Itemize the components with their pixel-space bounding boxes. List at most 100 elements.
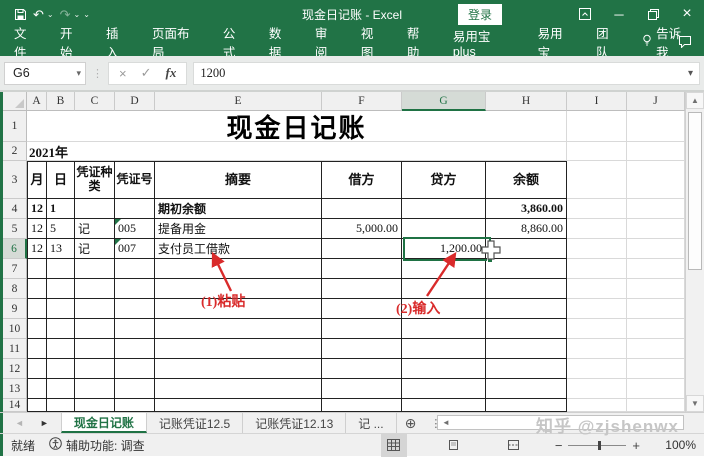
prev-sheet-icon[interactable]: ◄ — [15, 418, 24, 428]
cell[interactable] — [627, 239, 685, 259]
cell[interactable] — [567, 259, 627, 279]
cell-A5[interactable]: 12 — [27, 219, 47, 239]
cell[interactable] — [322, 279, 402, 299]
cell[interactable] — [27, 299, 47, 319]
cell-F6[interactable] — [322, 239, 402, 259]
zoom-level[interactable]: 100% — [660, 438, 696, 452]
cell[interactable] — [486, 259, 567, 279]
cell[interactable] — [27, 259, 47, 279]
header-month[interactable]: 月 — [27, 161, 47, 199]
scroll-left-icon[interactable]: ◄ — [438, 418, 454, 427]
scroll-down-icon[interactable]: ▼ — [686, 395, 704, 412]
tab-view[interactable]: 视图 — [350, 28, 396, 56]
cell-H6[interactable] — [486, 239, 567, 259]
cell-E5[interactable]: 提备用金 — [155, 219, 322, 239]
cell-E6[interactable]: 支付员工借款 — [155, 239, 322, 259]
row-header-13[interactable]: 13 — [3, 379, 27, 399]
header-voucher-no[interactable]: 凭证号 — [115, 161, 155, 199]
cell[interactable] — [115, 359, 155, 379]
row-header-4[interactable]: 4 — [3, 199, 27, 219]
row-header-14[interactable]: 14 — [3, 399, 27, 412]
cell[interactable] — [322, 319, 402, 339]
cell[interactable] — [115, 339, 155, 359]
cell-B6[interactable]: 13 — [47, 239, 75, 259]
select-all-corner[interactable] — [3, 92, 27, 111]
cell-H4[interactable]: 3,860.00 — [486, 199, 567, 219]
cell[interactable] — [75, 299, 115, 319]
cell[interactable] — [47, 319, 75, 339]
cell-C5[interactable]: 记 — [75, 219, 115, 239]
cell-B4[interactable]: 1 — [47, 199, 75, 219]
tab-review[interactable]: 审阅 — [304, 28, 350, 56]
cell[interactable] — [627, 359, 685, 379]
cell[interactable] — [47, 259, 75, 279]
cell[interactable] — [322, 359, 402, 379]
normal-view-icon[interactable] — [381, 434, 407, 457]
cell[interactable] — [567, 379, 627, 399]
cell[interactable] — [155, 339, 322, 359]
cell[interactable] — [27, 279, 47, 299]
col-header-A[interactable]: A — [27, 92, 47, 111]
cell[interactable] — [567, 279, 627, 299]
row-header-9[interactable]: 9 — [3, 299, 27, 319]
cell[interactable] — [567, 161, 627, 199]
header-debit[interactable]: 借方 — [322, 161, 402, 199]
sheet-title-cell[interactable]: 现金日记账 — [27, 111, 567, 142]
page-layout-view-icon[interactable] — [441, 434, 467, 457]
cell[interactable] — [627, 161, 685, 199]
tab-insert[interactable]: 插入 — [95, 28, 141, 56]
accessibility-status[interactable]: 辅助功能: 调查 — [49, 437, 145, 454]
cell[interactable] — [75, 259, 115, 279]
sign-in-button[interactable]: 登录 — [458, 4, 502, 25]
header-credit[interactable]: 贷方 — [402, 161, 486, 199]
cell[interactable] — [115, 259, 155, 279]
cell[interactable] — [47, 359, 75, 379]
cell[interactable] — [486, 299, 567, 319]
cell[interactable] — [567, 142, 627, 161]
col-header-J[interactable]: J — [627, 92, 685, 111]
cell[interactable] — [155, 319, 322, 339]
year-cell[interactable]: 2021年 — [27, 142, 567, 161]
tab-file[interactable]: 文件 — [0, 28, 49, 56]
col-header-E[interactable]: E — [155, 92, 322, 111]
save-icon[interactable] — [14, 8, 27, 21]
cell-A4[interactable]: 12 — [27, 199, 47, 219]
tab-formulas[interactable]: 公式 — [212, 28, 258, 56]
confirm-entry-icon[interactable]: ✓ — [141, 65, 152, 81]
zoom-in-icon[interactable]: + — [626, 438, 646, 453]
cell[interactable] — [322, 379, 402, 399]
cell[interactable] — [627, 142, 685, 161]
cell[interactable] — [486, 379, 567, 399]
cell-D5[interactable]: 005 — [115, 219, 155, 239]
cell-C4[interactable] — [75, 199, 115, 219]
cell[interactable] — [627, 279, 685, 299]
cell[interactable] — [75, 379, 115, 399]
cell[interactable] — [627, 111, 685, 142]
cell[interactable] — [567, 399, 627, 412]
cell[interactable] — [75, 399, 115, 412]
cell[interactable] — [155, 379, 322, 399]
cell[interactable] — [627, 339, 685, 359]
cell[interactable] — [627, 259, 685, 279]
formula-bar-expand-icon[interactable]: ▾ — [688, 68, 693, 79]
tab-yyb[interactable]: 易用宝 — [527, 28, 585, 56]
name-box-dropdown-icon[interactable]: ▾ — [76, 68, 81, 79]
cell[interactable] — [115, 399, 155, 412]
col-header-D[interactable]: D — [115, 92, 155, 111]
cell[interactable] — [567, 359, 627, 379]
customize-qat-icon[interactable]: ⌄ — [83, 10, 90, 19]
cell-G6-selected[interactable]: 1,200.00 — [402, 239, 486, 259]
cell[interactable] — [627, 379, 685, 399]
cell[interactable] — [402, 399, 486, 412]
cell[interactable] — [322, 339, 402, 359]
cell[interactable] — [75, 319, 115, 339]
cell[interactable] — [75, 279, 115, 299]
cancel-entry-icon[interactable]: × — [119, 66, 127, 81]
vertical-scrollbar[interactable]: ▲ ▼ — [685, 92, 704, 412]
cell[interactable] — [47, 339, 75, 359]
tab-home[interactable]: 开始 — [49, 28, 95, 56]
cell[interactable] — [155, 399, 322, 412]
cell[interactable] — [627, 199, 685, 219]
cell[interactable] — [75, 359, 115, 379]
cell[interactable] — [402, 379, 486, 399]
